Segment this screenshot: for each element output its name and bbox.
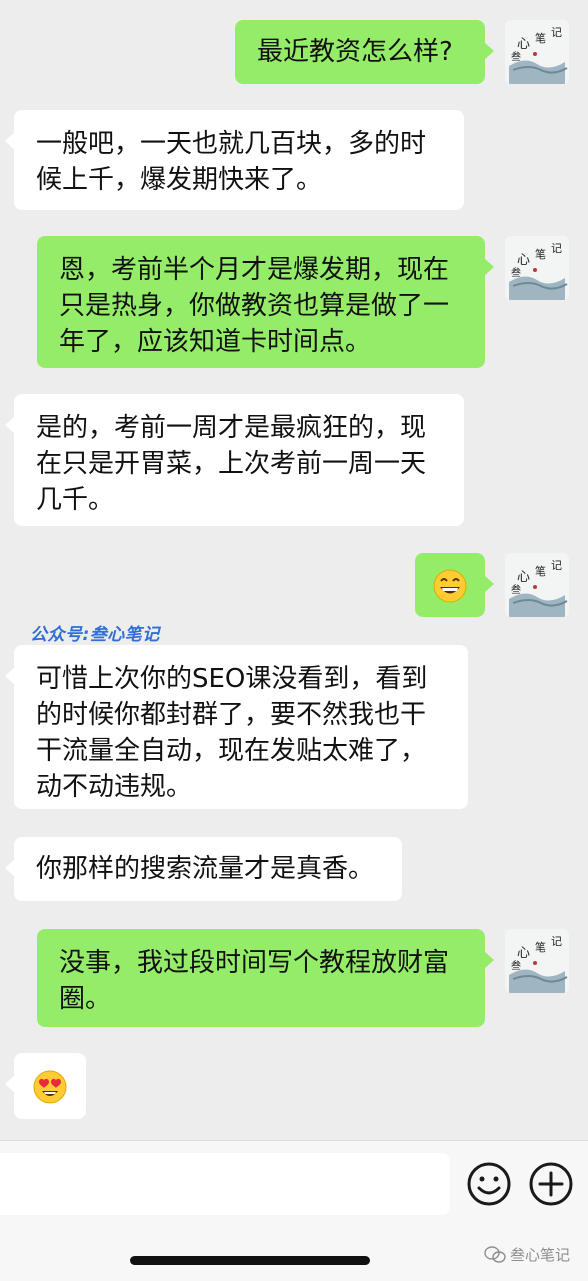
message-bubble-received[interactable]: 可惜上次你的SEO课没看到，看到的时候你都封群了，要不然我也干干流量全自动，现在… — [5, 645, 468, 809]
avatar[interactable]: 心 笔 记 叁 — [505, 20, 569, 84]
emoji-icon[interactable] — [464, 1159, 514, 1209]
message-bubble-received[interactable]: 你那样的搜索流量才是真香。 — [5, 837, 402, 901]
avatar[interactable]: 心 笔 记 叁 — [505, 236, 569, 300]
message-bubble-received[interactable] — [5, 1053, 86, 1119]
svg-text:笔: 笔 — [535, 940, 546, 954]
add-icon[interactable] — [526, 1159, 576, 1209]
avatar[interactable]: 心 笔 记 叁 — [505, 929, 569, 993]
message-text: 可惜上次你的SEO课没看到，看到的时候你都封群了，要不然我也干干流量全自动，现在… — [36, 664, 428, 802]
avatar-image: 心 笔 记 叁 — [505, 20, 569, 84]
message-bubble-sent[interactable] — [415, 553, 494, 617]
svg-text:笔: 笔 — [535, 31, 546, 45]
message-text: 最近教资怎么样? — [257, 37, 453, 67]
brand-watermark: 叁心笔记 — [484, 1244, 570, 1265]
svg-text:记: 记 — [551, 242, 562, 255]
message-bubble-received[interactable]: 是的，考前一周才是最疯狂的，现在只是开胃菜，上次考前一周一天几千。 — [5, 394, 464, 526]
message-text: 一般吧，一天也就几百块，多的时候上千，爆发期快来了。 — [36, 129, 427, 195]
brand-label: 叁心笔记 — [510, 1246, 571, 1264]
svg-text:心: 心 — [517, 570, 530, 585]
wechat-icon — [484, 1245, 506, 1263]
svg-text:笔: 笔 — [535, 247, 546, 261]
svg-text:记: 记 — [551, 935, 562, 948]
message-text: 没事，我过段时间写个教程放财富圈。 — [59, 948, 450, 1014]
chat-area[interactable]: 最近教资怎么样? 心 笔 记 叁 一般吧，一天也就几百块，多的时候上千，爆发期快… — [0, 0, 588, 1140]
avatar[interactable]: 心 笔 记 叁 — [505, 553, 569, 617]
watermark: 公众号:叁心笔记 — [30, 625, 160, 645]
avatar-image: 心 笔 记 叁 — [505, 929, 569, 993]
message-text: 是的，考前一周才是最疯狂的，现在只是开胃菜，上次考前一周一天几千。 — [36, 413, 427, 515]
message-text: 你那样的搜索流量才是真香。 — [36, 854, 375, 884]
svg-text:笔: 笔 — [535, 564, 546, 578]
avatar-image: 心 笔 记 叁 — [505, 236, 569, 300]
message-text: 恩，考前半个月才是爆发期，现在只是热身，你做教资也算是做了一年了，应该知道卡时间… — [59, 255, 450, 357]
avatar-image: 心 笔 记 叁 — [505, 553, 569, 617]
message-bubble-sent[interactable]: 没事，我过段时间写个教程放财富圈。 — [37, 929, 494, 1027]
grin-icon — [433, 569, 467, 602]
svg-text:记: 记 — [551, 559, 562, 572]
home-indicator[interactable] — [130, 1256, 370, 1265]
svg-text:叁: 叁 — [511, 583, 521, 596]
svg-text:心: 心 — [517, 946, 530, 961]
svg-text:叁: 叁 — [511, 266, 521, 279]
message-bubble-received[interactable]: 一般吧，一天也就几百块，多的时候上千，爆发期快来了。 — [5, 110, 464, 210]
message-bubble-sent[interactable]: 恩，考前半个月才是爆发期，现在只是热身，你做教资也算是做了一年了，应该知道卡时间… — [37, 236, 494, 368]
svg-text:叁: 叁 — [511, 50, 521, 63]
svg-text:心: 心 — [517, 37, 530, 52]
message-input[interactable] — [0, 1153, 450, 1215]
svg-text:记: 记 — [551, 26, 562, 39]
svg-text:叁: 叁 — [511, 959, 521, 972]
heart-eyes-icon — [33, 1070, 67, 1103]
message-bubble-sent[interactable]: 最近教资怎么样? — [235, 20, 494, 84]
svg-text:心: 心 — [517, 253, 530, 268]
